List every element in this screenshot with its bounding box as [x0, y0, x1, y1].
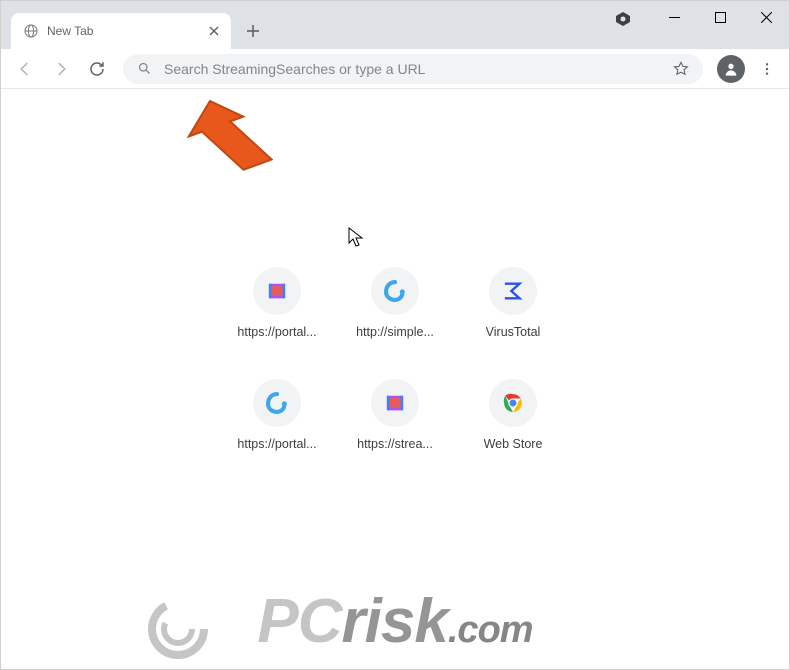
shortcut-label: http://simple...: [356, 325, 434, 339]
forward-button[interactable]: [45, 53, 77, 85]
chrome-icon: [489, 379, 537, 427]
shortcut-label: Web Store: [484, 437, 543, 451]
shortcut-label: VirusTotal: [486, 325, 541, 339]
watermark-swirl-icon: [143, 594, 213, 669]
address-bar-placeholder: Search StreamingSearches or type a URL: [164, 61, 661, 77]
watermark-risk: risk: [342, 587, 448, 656]
minimize-button[interactable]: [651, 1, 697, 33]
titlebar: New Tab: [1, 1, 789, 49]
shortcut-tile[interactable]: https://portal...: [218, 261, 336, 373]
shortcut-label: https://strea...: [357, 437, 433, 451]
new-tab-button[interactable]: [239, 17, 267, 45]
new-tab-content: https://portal... http://simple... Virus…: [1, 89, 789, 669]
tab-title: New Tab: [47, 24, 201, 38]
maximize-button[interactable]: [697, 1, 743, 33]
back-button[interactable]: [9, 53, 41, 85]
browser-toolbar: Search StreamingSearches or type a URL: [1, 49, 789, 89]
virustotal-icon: [489, 267, 537, 315]
shortcuts-grid: https://portal... http://simple... Virus…: [218, 261, 572, 485]
kebab-menu-button[interactable]: [753, 55, 781, 83]
shortcut-label: https://portal...: [237, 325, 316, 339]
search-icon: [137, 61, 152, 76]
watermark-pc: PC: [257, 587, 341, 656]
swirl-icon: [371, 267, 419, 315]
close-window-button[interactable]: [743, 1, 789, 33]
shortcut-tile[interactable]: https://portal...: [218, 373, 336, 485]
shortcut-tile[interactable]: http://simple...: [336, 261, 454, 373]
shortcut-tile[interactable]: https://strea...: [336, 373, 454, 485]
globe-icon: [23, 23, 39, 39]
window-controls: [651, 1, 789, 37]
address-bar[interactable]: Search StreamingSearches or type a URL: [123, 54, 703, 84]
shortcut-label: https://portal...: [237, 437, 316, 451]
watermark-logo: PCrisk.com: [185, 586, 605, 657]
extension-indicator-icon: [615, 11, 631, 27]
bookmark-star-icon[interactable]: [673, 61, 689, 77]
reload-button[interactable]: [81, 53, 113, 85]
profile-button[interactable]: [717, 55, 745, 83]
swirl-icon: [253, 379, 301, 427]
shortcut-tile[interactable]: VirusTotal: [454, 261, 572, 373]
watermark-domain: .com: [448, 609, 533, 651]
shortcut-tile[interactable]: Web Store: [454, 373, 572, 485]
movie-icon: [371, 379, 419, 427]
mouse-cursor-icon: [348, 227, 364, 254]
movie-icon: [253, 267, 301, 315]
browser-tab[interactable]: New Tab: [11, 13, 231, 49]
tab-close-icon[interactable]: [209, 23, 219, 39]
annotation-arrow-icon: [183, 91, 273, 186]
